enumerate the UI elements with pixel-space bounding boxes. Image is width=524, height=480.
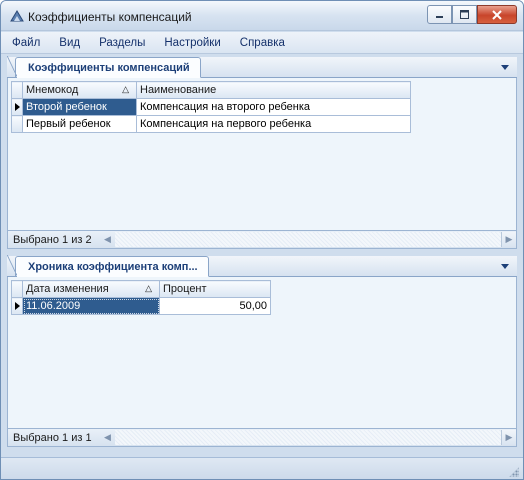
- bottom-grid: Дата изменения △ Процент 11.06.2009 50,0…: [7, 277, 517, 428]
- scroll-left-icon[interactable]: ◀: [100, 430, 115, 445]
- column-header-percent[interactable]: Процент: [159, 280, 271, 298]
- bottom-panel-header: Хроника коэффициента комп...: [7, 255, 517, 277]
- scroll-left-icon[interactable]: ◀: [100, 232, 115, 247]
- minimize-icon: [435, 10, 444, 19]
- resize-grip-icon[interactable]: [509, 467, 519, 477]
- row-pointer-icon: [15, 103, 20, 111]
- cell-name[interactable]: Компенсация на первого ребенка: [136, 115, 411, 133]
- column-header-mnemocode[interactable]: Мнемокод △: [22, 81, 137, 99]
- scroll-track[interactable]: [115, 232, 501, 247]
- menu-sections[interactable]: Разделы: [99, 37, 145, 49]
- menu-settings[interactable]: Настройки: [164, 37, 220, 49]
- cell-code[interactable]: Первый ребенок: [22, 115, 137, 133]
- maximize-icon: [460, 10, 469, 19]
- row-indicator-header: [11, 81, 23, 99]
- title-bar[interactable]: Коэффициенты компенсаций: [1, 1, 523, 31]
- tab-history[interactable]: Хроника коэффициента комп...: [7, 255, 209, 277]
- bottom-status-bar: Выбрано 1 из 1 ◀ ▶: [7, 428, 517, 447]
- row-indicator: [11, 297, 23, 315]
- scroll-right-icon[interactable]: ▶: [501, 232, 516, 247]
- row-pointer-icon: [15, 302, 20, 310]
- minimize-button[interactable]: [427, 5, 452, 24]
- maximize-button[interactable]: [452, 5, 477, 24]
- cell-percent[interactable]: 50,00: [159, 297, 271, 315]
- main-window: Коэффициенты компенсаций Файл Вид Раздел…: [0, 0, 524, 480]
- table-header-row: Дата изменения △ Процент: [11, 280, 271, 298]
- menu-bar: Файл Вид Разделы Настройки Справка: [1, 32, 523, 54]
- table-header-row: Мнемокод △ Наименование: [11, 81, 411, 99]
- column-header-date[interactable]: Дата изменения △: [22, 280, 160, 298]
- table-row[interactable]: 11.06.2009 50,00: [11, 297, 271, 315]
- top-grid: Мнемокод △ Наименование Второй ребенок К…: [7, 78, 517, 230]
- bottom-selection-status: Выбрано 1 из 1: [13, 431, 92, 444]
- table-row[interactable]: Первый ребенок Компенсация на первого ре…: [11, 115, 411, 133]
- cell-date[interactable]: 11.06.2009: [22, 297, 160, 315]
- close-button[interactable]: [477, 5, 517, 24]
- tab-coefficients[interactable]: Коэффициенты компенсаций: [7, 56, 201, 78]
- close-icon: [492, 9, 502, 20]
- top-status-bar: Выбрано 1 из 2 ◀ ▶: [7, 230, 517, 249]
- scroll-track[interactable]: [115, 430, 501, 445]
- column-header-mnemocode-label: Мнемокод: [26, 84, 79, 96]
- top-panel-header: Коэффициенты компенсаций: [7, 56, 517, 78]
- sort-ascending-icon: △: [145, 283, 152, 293]
- column-header-name[interactable]: Наименование: [136, 81, 411, 99]
- cell-code[interactable]: Второй ребенок: [22, 98, 137, 116]
- app-icon: [9, 9, 25, 23]
- tab-coefficients-label: Коэффициенты компенсаций: [28, 61, 190, 74]
- column-header-date-label: Дата изменения: [26, 283, 109, 295]
- bottom-horizontal-scrollbar[interactable]: ◀ ▶: [100, 429, 516, 446]
- window-status-bar: [1, 457, 523, 479]
- row-indicator-header: [11, 280, 23, 298]
- chevron-down-icon[interactable]: [501, 65, 509, 70]
- scroll-right-icon[interactable]: ▶: [501, 430, 516, 445]
- sort-ascending-icon: △: [122, 84, 129, 94]
- row-indicator: [11, 98, 23, 116]
- top-horizontal-scrollbar[interactable]: ◀ ▶: [100, 231, 516, 248]
- top-selection-status: Выбрано 1 из 2: [13, 233, 92, 246]
- cell-name[interactable]: Компенсация на второго ребенка: [136, 98, 411, 116]
- menu-view[interactable]: Вид: [59, 37, 80, 49]
- table-row[interactable]: Второй ребенок Компенсация на второго ре…: [11, 98, 411, 116]
- history-table: Дата изменения △ Процент 11.06.2009 50,0…: [11, 280, 271, 315]
- window-controls: [427, 5, 517, 24]
- coefficients-table: Мнемокод △ Наименование Второй ребенок К…: [11, 81, 411, 133]
- menu-help[interactable]: Справка: [240, 37, 285, 49]
- menu-file[interactable]: Файл: [12, 37, 40, 49]
- tab-history-label: Хроника коэффициента комп...: [28, 260, 198, 273]
- chevron-down-icon[interactable]: [501, 264, 509, 269]
- row-indicator: [11, 115, 23, 133]
- window-title: Коэффициенты компенсаций: [28, 10, 192, 24]
